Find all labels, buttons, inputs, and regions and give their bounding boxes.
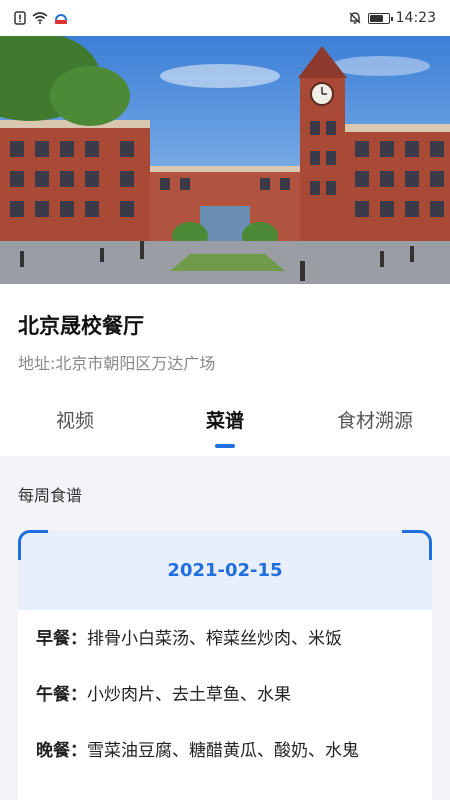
restaurant-name: 北京晟校餐厅 (18, 314, 144, 338)
wifi-icon (32, 12, 48, 24)
meal-breakfast: 早餐： 排骨小白菜汤、榨菜丝炒肉、米饭 (36, 628, 414, 684)
meal-items: 雪菜油豆腐、糖醋黄瓜、酸奶、水鬼 (87, 741, 359, 761)
tab-video[interactable]: 视频 (0, 400, 150, 456)
corner-decoration (402, 530, 432, 560)
meal-dinner: 晚餐： 雪菜油豆腐、糖醋黄瓜、酸奶、水鬼 (36, 740, 414, 796)
status-right: 14:23 (348, 10, 436, 26)
meal-label: 早餐： (36, 629, 87, 649)
tab-label: 视频 (55, 410, 94, 432)
meal-label: 午餐： (36, 685, 87, 705)
tab-bar: 视频 菜谱 食材溯源 (0, 400, 450, 456)
tab-label: 菜谱 (205, 410, 244, 432)
meal-label: 晚餐： (36, 741, 87, 761)
section-heading: 每周食谱 (18, 486, 83, 505)
meal-lunch: 午餐： 小炒肉片、去土草鱼、水果 (36, 684, 414, 740)
hero-image (0, 36, 450, 284)
restaurant-address: 地址:北京市朝阳区万达广场 (18, 354, 216, 373)
status-left (14, 11, 68, 25)
weekly-menu-section: 每周食谱 2021-02-15 早餐： 排骨小白菜汤、榨菜丝炒肉、米饭 午餐： … (0, 456, 450, 800)
status-bar: 14:23 (0, 0, 450, 36)
meal-items: 排骨小白菜汤、榨菜丝炒肉、米饭 (87, 629, 342, 649)
app-badge-icon (54, 11, 68, 25)
active-tab-indicator (215, 444, 235, 448)
tab-recipes[interactable]: 菜谱 (150, 400, 300, 456)
status-time: 14:23 (395, 10, 436, 26)
meal-list: 早餐： 排骨小白菜汤、榨菜丝炒肉、米饭 午餐： 小炒肉片、去土草鱼、水果 晚餐：… (18, 610, 432, 796)
menu-date: 2021-02-15 (167, 559, 283, 581)
tab-ingredient-tracing[interactable]: 食材溯源 (300, 400, 450, 456)
tab-label: 食材溯源 (336, 410, 413, 432)
menu-card: 2021-02-15 早餐： 排骨小白菜汤、榨菜丝炒肉、米饭 午餐： 小炒肉片、… (18, 530, 432, 800)
meal-items: 小炒肉片、去土草鱼、水果 (87, 685, 291, 705)
notification-alert-icon (14, 11, 26, 25)
corner-decoration (18, 530, 48, 560)
menu-card-header: 2021-02-15 (18, 530, 432, 610)
school-building-image (0, 36, 450, 284)
mute-icon (348, 11, 362, 25)
restaurant-info: 北京晟校餐厅 地址:北京市朝阳区万达广场 视频 菜谱 食材溯源 (0, 284, 450, 456)
battery-icon (367, 12, 393, 24)
